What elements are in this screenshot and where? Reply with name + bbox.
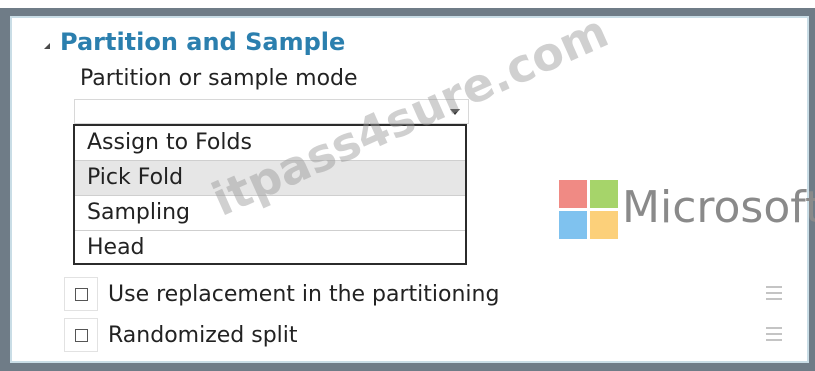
drag-handle-icon[interactable] bbox=[766, 327, 782, 341]
use-replacement-label: Use replacement in the partitioning bbox=[108, 281, 500, 307]
section-header[interactable]: Partition and Sample bbox=[44, 27, 345, 57]
mode-select[interactable] bbox=[74, 99, 469, 124]
dropdown-option-sampling[interactable]: Sampling bbox=[75, 196, 465, 231]
checkbox-row-randomized-split[interactable]: Randomized split bbox=[64, 317, 298, 353]
section-title: Partition and Sample bbox=[60, 28, 346, 56]
dropdown-option-pick-fold[interactable]: Pick Fold bbox=[75, 161, 465, 196]
logo-square-red bbox=[559, 180, 587, 208]
randomized-split-label: Randomized split bbox=[108, 322, 298, 348]
logo-square-yellow bbox=[590, 211, 618, 239]
mode-field-label: Partition or sample mode bbox=[80, 66, 358, 91]
dropdown-option-head[interactable]: Head bbox=[75, 231, 465, 266]
checkbox-container[interactable] bbox=[64, 318, 98, 352]
collapse-triangle-icon[interactable] bbox=[44, 43, 50, 49]
microsoft-logo-text: Microsoft bbox=[622, 182, 815, 233]
randomized-split-checkbox[interactable] bbox=[74, 328, 88, 342]
drag-handle-icon[interactable] bbox=[766, 286, 782, 300]
checkbox-container[interactable] bbox=[64, 277, 98, 311]
mode-dropdown-list: Assign to Folds Pick Fold Sampling Head bbox=[73, 124, 467, 265]
checkbox-row-use-replacement[interactable]: Use replacement in the partitioning bbox=[64, 276, 499, 312]
microsoft-logo-icon bbox=[559, 180, 618, 239]
logo-square-blue bbox=[559, 211, 587, 239]
logo-square-green bbox=[590, 180, 618, 208]
chevron-down-icon[interactable] bbox=[446, 103, 464, 121]
dropdown-option-assign-to-folds[interactable]: Assign to Folds bbox=[75, 126, 465, 161]
use-replacement-checkbox[interactable] bbox=[74, 287, 88, 301]
